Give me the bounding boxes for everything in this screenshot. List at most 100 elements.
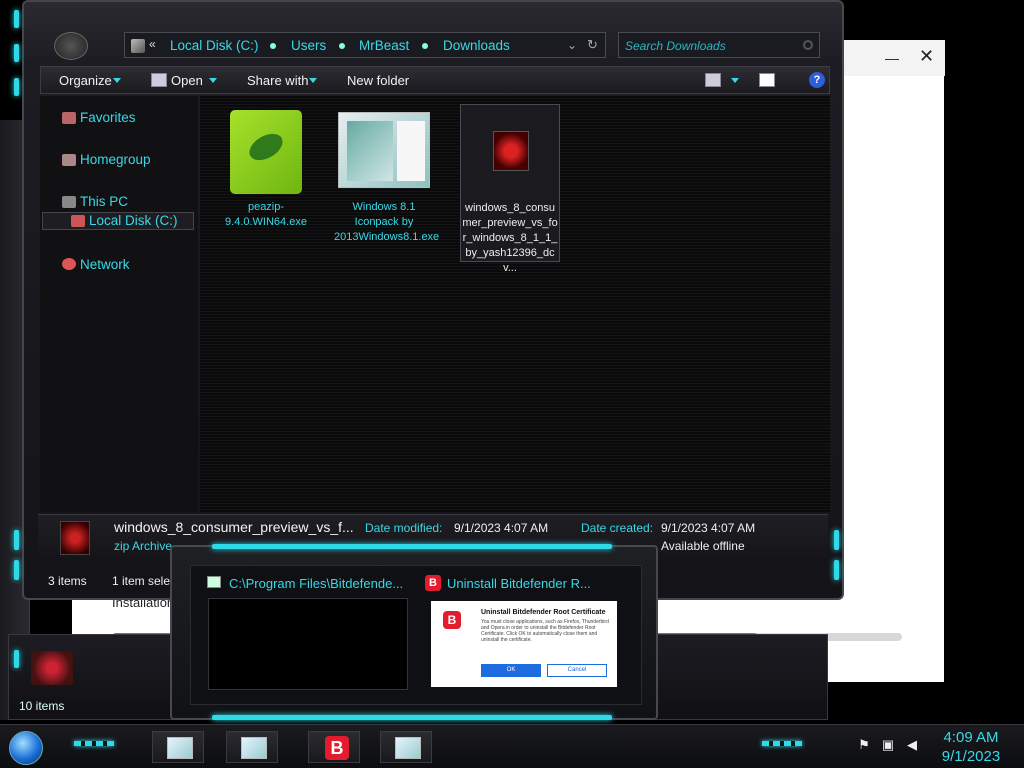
chevron-down-icon[interactable] xyxy=(209,78,217,83)
file-list: peazip-9.4.0.WIN64.exe Windows 8.1 Iconp… xyxy=(200,96,830,512)
offline-status: Available offline xyxy=(661,539,745,553)
preview-pane-icon[interactable] xyxy=(759,73,775,87)
bitdefender-icon: B xyxy=(325,736,349,760)
dialog-cancel-button[interactable]: Cancel xyxy=(547,664,607,677)
peazip-icon xyxy=(230,110,302,194)
explorer-window: « Local Disk (C:) Users MrBeast Download… xyxy=(22,0,844,600)
breadcrumb-downloads[interactable]: Downloads xyxy=(443,38,510,53)
taskbar-thumbnail-preview: C:\Program Files\Bitdefende... B Uninsta… xyxy=(170,544,658,720)
date-modified-value: 9/1/2023 4:07 AM xyxy=(454,521,549,535)
breadcrumb-users[interactable]: Users xyxy=(291,38,326,53)
status-item-count: 3 items xyxy=(48,574,87,588)
start-button[interactable] xyxy=(9,731,43,765)
drive-icon xyxy=(71,215,85,227)
network-icon xyxy=(62,258,76,270)
taskbar-glow xyxy=(74,741,114,746)
preview-title-explorer[interactable]: C:\Program Files\Bitdefende... xyxy=(229,576,403,591)
star-icon xyxy=(62,112,76,124)
zip-archive-icon xyxy=(493,131,529,171)
system-tray: ⚑ ▣ ◀ xyxy=(852,737,922,757)
view-toggle-icons[interactable] xyxy=(782,574,822,588)
back-window-thumbnail xyxy=(31,651,73,685)
preview-glow xyxy=(212,715,612,720)
file-item-selected-zip[interactable]: windows_8_consumer_preview_vs_for_window… xyxy=(460,104,560,274)
volume-icon[interactable]: ◀ xyxy=(904,737,920,753)
chevron-down-icon[interactable] xyxy=(731,78,739,83)
frame-glow xyxy=(14,530,19,550)
file-item-peazip[interactable]: peazip-9.4.0.WIN64.exe xyxy=(216,110,316,230)
view-toggle-icons[interactable] xyxy=(767,697,817,713)
breadcrumb-separator-icon[interactable] xyxy=(422,43,428,49)
flag-icon[interactable]: ⚑ xyxy=(856,737,872,753)
bitdefender-logo: B xyxy=(443,611,461,629)
nav-item-local-disk[interactable]: Local Disk (C:) xyxy=(89,213,178,228)
close-button[interactable]: ✕ xyxy=(919,46,934,67)
taskbar-item-explorer-2[interactable] xyxy=(380,731,432,763)
back-forward-button[interactable] xyxy=(54,32,88,60)
taskbar: B ⚑ ▣ ◀ 4:09 AM 9/1/2023 xyxy=(0,724,1024,768)
date-modified-label: Date modified: xyxy=(365,521,443,535)
navigation-pane: Favorites Homegroup This PC Local Disk (… xyxy=(40,96,198,512)
back-status-items: 10 items xyxy=(19,699,65,713)
breadcrumb-local-disk[interactable]: Local Disk (C:) xyxy=(170,38,259,53)
open-app-icon[interactable] xyxy=(151,73,167,87)
taskbar-item-window[interactable] xyxy=(152,731,204,763)
chevron-down-icon[interactable]: ⌄ xyxy=(567,38,577,52)
preview-title-uninstall[interactable]: Uninstall Bitdefender R... xyxy=(447,576,591,591)
window-icon xyxy=(395,737,421,759)
chevron-down-icon[interactable] xyxy=(113,78,121,83)
explorer-topbar: « Local Disk (C:) Users MrBeast Download… xyxy=(124,32,834,58)
minimize-button[interactable]: — xyxy=(885,50,899,66)
breadcrumb-overflow[interactable]: « xyxy=(149,37,156,51)
nav-item-network[interactable]: Network xyxy=(80,257,130,272)
breadcrumb-mrbeast[interactable]: MrBeast xyxy=(359,38,409,53)
search-icon[interactable] xyxy=(803,40,813,50)
nav-item-local-disk-selected[interactable]: Local Disk (C:) xyxy=(42,212,194,230)
help-icon[interactable]: ? xyxy=(809,72,825,88)
status-selection: 1 item selec xyxy=(112,574,177,588)
date-created-value: 9/1/2023 4:07 AM xyxy=(661,521,756,535)
address-bar[interactable]: « Local Disk (C:) Users MrBeast Download… xyxy=(124,32,606,58)
details-thumbnail xyxy=(60,521,90,555)
window-screenshot-icon xyxy=(338,112,430,188)
preview-inner: C:\Program Files\Bitdefende... B Uninsta… xyxy=(190,565,642,705)
taskbar-item-bitdefender[interactable]: B xyxy=(308,731,360,763)
details-file-name: windows_8_consumer_preview_vs_f... xyxy=(114,519,354,535)
frame-glow xyxy=(834,530,839,550)
taskbar-item-explorer[interactable] xyxy=(226,731,278,763)
frame-glow xyxy=(14,10,19,28)
nav-item-homegroup[interactable]: Homegroup xyxy=(80,152,151,167)
refresh-icon[interactable]: ↻ xyxy=(587,37,598,53)
explorer-window-icon xyxy=(207,576,221,588)
bitdefender-icon: B xyxy=(425,575,441,591)
share-with-button[interactable]: Share with xyxy=(247,73,308,88)
frame-glow xyxy=(14,650,19,668)
organize-button[interactable]: Organize xyxy=(59,73,112,88)
view-options-icon[interactable] xyxy=(705,73,721,87)
nav-item-this-pc[interactable]: This PC xyxy=(80,194,128,209)
frame-glow xyxy=(14,560,19,580)
frame-glow xyxy=(14,78,19,96)
nav-item-favorites[interactable]: Favorites xyxy=(80,110,136,125)
open-button[interactable]: Open xyxy=(171,73,203,88)
installer-titlebar: — ✕ xyxy=(839,40,945,76)
new-folder-button[interactable]: New folder xyxy=(347,73,409,88)
preview-thumbnail-explorer[interactable] xyxy=(208,598,408,690)
breadcrumb-separator-icon[interactable] xyxy=(270,43,276,49)
dialog-ok-button[interactable]: OK xyxy=(481,664,541,677)
dialog-title: Uninstall Bitdefender Root Certificate xyxy=(481,609,606,616)
folder-icon xyxy=(131,39,145,53)
file-item-iconpack[interactable]: Windows 8.1 Iconpack by 2013Windows8.1.e… xyxy=(334,112,439,245)
frame-glow xyxy=(834,560,839,580)
taskbar-glow xyxy=(762,741,802,746)
clock-time[interactable]: 4:09 AM xyxy=(930,729,1012,746)
chevron-down-icon[interactable] xyxy=(309,78,317,83)
preview-thumbnail-uninstall[interactable]: B Uninstall Bitdefender Root Certificate… xyxy=(431,601,617,687)
network-icon[interactable]: ▣ xyxy=(880,737,896,753)
search-placeholder: Search Downloads xyxy=(625,39,726,53)
search-input[interactable]: Search Downloads xyxy=(618,32,820,58)
clock-date[interactable]: 9/1/2023 xyxy=(930,748,1012,765)
frame-glow xyxy=(14,44,19,62)
preview-glow xyxy=(212,544,612,549)
breadcrumb-separator-icon[interactable] xyxy=(339,43,345,49)
